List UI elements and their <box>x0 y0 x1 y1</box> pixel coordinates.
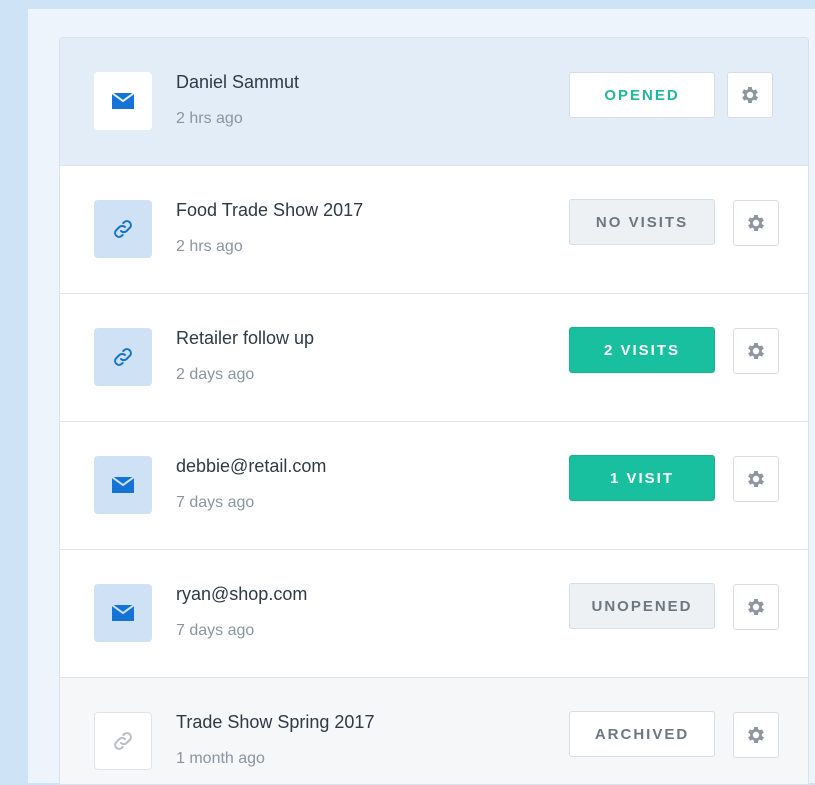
item-time: 2 hrs ago <box>176 110 243 127</box>
settings-button[interactable] <box>733 200 779 246</box>
item-title: Retailer follow up <box>176 328 315 348</box>
list-item[interactable]: Retailer follow up 2 days ago 2 VISITS <box>60 294 808 422</box>
gear-icon <box>748 727 764 743</box>
mail-icon <box>94 72 152 130</box>
list-item[interactable]: ryan@shop.com 7 days ago UNOPENED <box>60 550 808 678</box>
status-badge: OPENED <box>569 72 715 118</box>
gear-icon <box>748 471 764 487</box>
settings-button[interactable] <box>727 72 773 118</box>
item-time: 7 days ago <box>176 622 255 639</box>
settings-button[interactable] <box>733 328 779 374</box>
mail-icon <box>94 584 152 642</box>
content-frame: Daniel Sammut 2 hrs ago OPENED Food Trad… <box>28 9 815 785</box>
list-item[interactable]: debbie@retail.com 7 days ago 1 VISIT <box>60 422 808 550</box>
status-badge: ARCHIVED <box>569 711 715 757</box>
link-icon <box>94 200 152 258</box>
item-time: 2 hrs ago <box>176 238 243 255</box>
settings-button[interactable] <box>733 712 779 758</box>
settings-button[interactable] <box>733 584 779 630</box>
item-time: 7 days ago <box>176 494 255 511</box>
link-icon <box>94 712 152 770</box>
mail-icon <box>94 456 152 514</box>
item-time: 2 days ago <box>176 366 255 383</box>
gear-icon <box>748 599 764 615</box>
gear-icon <box>748 215 764 231</box>
status-badge: NO VISITS <box>569 199 715 245</box>
list-item[interactable]: Daniel Sammut 2 hrs ago OPENED <box>60 38 808 166</box>
item-title: Daniel Sammut <box>176 72 300 92</box>
settings-button[interactable] <box>733 456 779 502</box>
gear-icon <box>742 87 758 103</box>
status-badge: 2 VISITS <box>569 327 715 373</box>
item-title: Food Trade Show 2017 <box>176 200 364 220</box>
gear-icon <box>748 343 764 359</box>
item-title: debbie@retail.com <box>176 456 327 476</box>
item-title: Trade Show Spring 2017 <box>176 712 375 732</box>
list-item[interactable]: Food Trade Show 2017 2 hrs ago NO VISITS <box>60 166 808 294</box>
status-badge: 1 VISIT <box>569 455 715 501</box>
link-icon <box>94 328 152 386</box>
list-item[interactable]: Trade Show Spring 2017 1 month ago ARCHI… <box>60 678 808 784</box>
item-title: ryan@shop.com <box>176 584 308 604</box>
item-time: 1 month ago <box>176 750 265 767</box>
activity-list: Daniel Sammut 2 hrs ago OPENED Food Trad… <box>59 37 809 785</box>
status-badge: UNOPENED <box>569 583 715 629</box>
